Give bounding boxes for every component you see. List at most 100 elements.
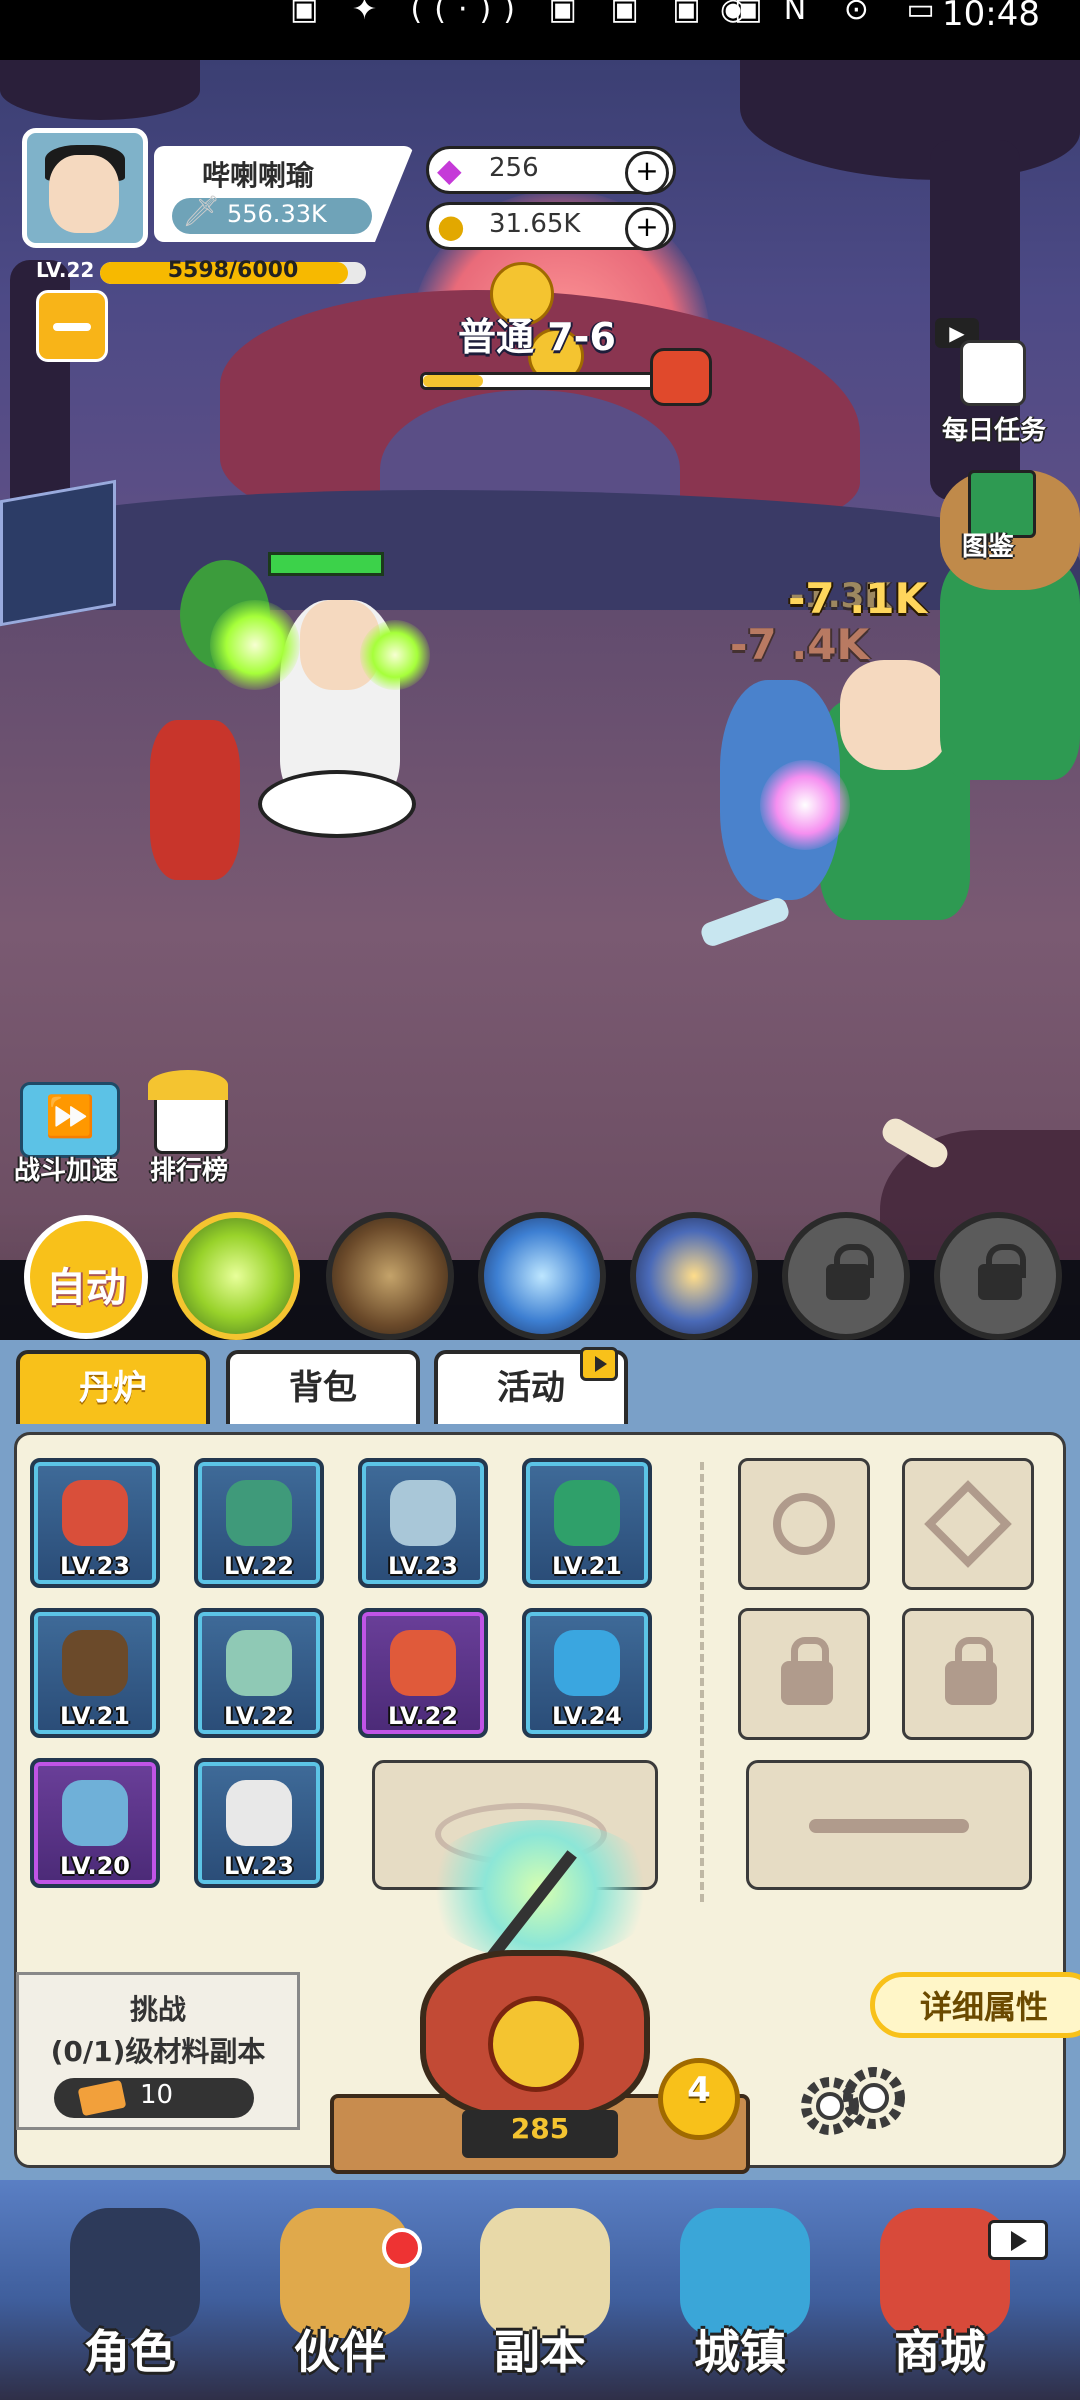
stage-label: 普通 7-6 bbox=[458, 315, 616, 359]
gem-icon: ◆ bbox=[437, 151, 462, 189]
tab-furnace[interactable]: 丹炉 bbox=[16, 1350, 210, 1424]
equipment-slot[interactable]: LV.21 bbox=[30, 1608, 160, 1738]
equipment-slot[interactable]: LV.23 bbox=[30, 1458, 160, 1588]
sword-icon: 🗡 bbox=[182, 194, 221, 229]
nav-shop[interactable]: 商城 bbox=[840, 2188, 1040, 2388]
add-gems-button[interactable]: + bbox=[625, 151, 669, 195]
avatar[interactable] bbox=[22, 128, 148, 248]
equipment-slot[interactable]: LV.20 bbox=[30, 1758, 160, 1888]
nav-dungeon[interactable]: 副本 bbox=[440, 2188, 640, 2388]
nav-dungeon-label[interactable]: 副本 bbox=[440, 2316, 640, 2382]
trident-icon bbox=[809, 1819, 969, 1833]
settings-gear-icon[interactable] bbox=[790, 2062, 910, 2142]
stage-progress-fill bbox=[423, 375, 483, 387]
green-energy-blast bbox=[210, 600, 300, 690]
equipment-slot[interactable]: LV.23 bbox=[358, 1458, 488, 1588]
equipment-level: LV.23 bbox=[224, 1852, 294, 1880]
tree-canopy-left bbox=[0, 60, 200, 120]
fox-companion bbox=[150, 720, 240, 880]
equipment-slot[interactable]: LV.21 bbox=[522, 1458, 652, 1588]
combat-power: 556.33K bbox=[227, 200, 327, 228]
equipment-level: LV.22 bbox=[224, 1552, 294, 1580]
equipment-level: LV.21 bbox=[552, 1552, 622, 1580]
leaderboard-label[interactable]: 排行榜 bbox=[150, 1150, 228, 1187]
notification-dot bbox=[382, 2228, 422, 2268]
add-coins-button[interactable]: + bbox=[625, 207, 669, 251]
equipment-level: LV.23 bbox=[60, 1552, 130, 1580]
skill-earth-bowl[interactable] bbox=[326, 1212, 454, 1340]
whip-icon bbox=[62, 1780, 128, 1846]
detail-attributes-label[interactable]: 详细属性 bbox=[920, 1982, 1048, 2028]
divider bbox=[700, 1462, 704, 1902]
menu-button[interactable] bbox=[36, 290, 108, 362]
challenge-title[interactable]: 挑战 bbox=[16, 1988, 300, 2028]
clock: 10:48 bbox=[942, 0, 1040, 34]
fast-forward-icon: ⏩ bbox=[45, 1094, 95, 1140]
nav-town-label[interactable]: 城镇 bbox=[640, 2316, 840, 2382]
weapon-slot[interactable] bbox=[746, 1760, 1032, 1890]
equipment-slot[interactable]: LV.22 bbox=[194, 1458, 324, 1588]
lock-icon bbox=[781, 1637, 833, 1705]
robe-icon bbox=[390, 1480, 456, 1546]
laurel-icon bbox=[148, 1070, 228, 1100]
daily-task-label[interactable]: 每日任务 bbox=[942, 410, 1046, 447]
enemy-face bbox=[840, 660, 950, 770]
dragon-orb-icon bbox=[554, 1480, 620, 1546]
gem-slot-2[interactable] bbox=[902, 1458, 1034, 1590]
hit-spark bbox=[760, 760, 850, 850]
auto-battle-label[interactable]: 自动 bbox=[24, 1255, 148, 1313]
status-bar: ▣ ✦ ((·)) ▣ ▣ ▣ ▣ ◉ N ⊙ ▭ 10:48 bbox=[0, 0, 1080, 60]
shop-video-icon[interactable] bbox=[988, 2220, 1048, 2260]
equipment-level: LV.21 bbox=[60, 1702, 130, 1730]
equipment-slot[interactable]: LV.23 bbox=[194, 1758, 324, 1888]
nav-partner[interactable]: 伙伴 bbox=[240, 2188, 440, 2388]
gourd-icon bbox=[390, 1630, 456, 1696]
nav-shop-label[interactable]: 商城 bbox=[840, 2316, 1040, 2382]
boots-icon bbox=[226, 1780, 292, 1846]
gem-slot-1[interactable] bbox=[738, 1458, 870, 1590]
furnace-core-icon bbox=[488, 1996, 584, 2092]
challenge-subtitle[interactable]: (0/1)级材料副本 bbox=[16, 2030, 300, 2070]
equipment-slot[interactable]: LV.24 bbox=[522, 1608, 652, 1738]
water-orb-icon bbox=[554, 1630, 620, 1696]
yin-yang-disc bbox=[258, 770, 416, 838]
equipment-slot[interactable]: LV.22 bbox=[358, 1608, 488, 1738]
leaderboard-button[interactable] bbox=[140, 1070, 236, 1154]
nav-character-label[interactable]: 角色 bbox=[30, 2316, 230, 2382]
gem-value: 256 bbox=[489, 153, 539, 183]
skill-locked-2[interactable] bbox=[934, 1212, 1062, 1340]
nav-character[interactable]: 角色 bbox=[30, 2188, 230, 2388]
tab-backpack[interactable]: 背包 bbox=[226, 1350, 420, 1424]
skill-water-spirit[interactable] bbox=[478, 1212, 606, 1340]
nav-town[interactable]: 城镇 bbox=[640, 2188, 840, 2388]
equipment-level: LV.24 bbox=[552, 1702, 622, 1730]
hero-health-bar bbox=[268, 552, 384, 576]
equipment-slot[interactable]: LV.22 bbox=[194, 1608, 324, 1738]
lock-icon bbox=[945, 1637, 997, 1705]
skill-lightning[interactable] bbox=[630, 1212, 758, 1340]
furnace-badge-value[interactable]: 4 bbox=[658, 2070, 740, 2110]
battle-speed-button[interactable]: ⏩ bbox=[20, 1082, 120, 1158]
nav-partner-label[interactable]: 伙伴 bbox=[240, 2316, 440, 2382]
codex-label[interactable]: 图鉴 bbox=[962, 526, 1014, 563]
coin-counter: ● 31.65K + bbox=[426, 202, 676, 251]
staff-icon bbox=[62, 1630, 128, 1696]
tree-canopy-right bbox=[740, 60, 1080, 180]
skill-green-blast[interactable] bbox=[172, 1212, 300, 1340]
locked-slot-1[interactable] bbox=[738, 1608, 870, 1740]
locked-slot-2[interactable] bbox=[902, 1608, 1034, 1740]
daily-task-icon[interactable] bbox=[960, 340, 1026, 406]
status-left-icons: ▣ ✦ ((·)) ▣ ▣ ▣ ▣ bbox=[290, 0, 775, 27]
xp-text: 5598/6000 bbox=[167, 258, 299, 283]
status-right-icons: ◉ N ⊙ ▭ bbox=[720, 0, 949, 27]
player-card[interactable]: 哔喇喇瑜 🗡 556.33K bbox=[22, 128, 414, 248]
skill-locked-1[interactable] bbox=[782, 1212, 910, 1340]
battle-speed-label[interactable]: 战斗加速 bbox=[14, 1150, 118, 1187]
damage-number-2: -7 .4K bbox=[730, 620, 870, 669]
furnace-count: 285 bbox=[510, 2112, 570, 2145]
equipment-level: LV.20 bbox=[60, 1852, 130, 1880]
armor-icon bbox=[226, 1480, 292, 1546]
tab-video-icon[interactable] bbox=[580, 1347, 618, 1381]
equipment-level: LV.23 bbox=[388, 1552, 458, 1580]
dagger-icon bbox=[62, 1480, 128, 1546]
